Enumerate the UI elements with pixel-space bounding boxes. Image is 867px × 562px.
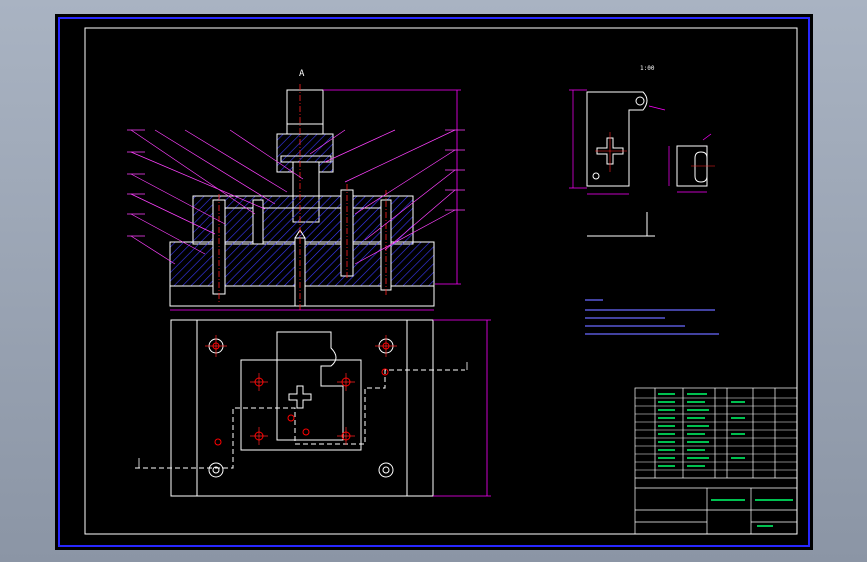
section-label: A	[299, 69, 305, 79]
die-assembly-drawing[interactable]: A 1:00	[55, 14, 813, 550]
technical-notes	[585, 299, 719, 335]
blank-profile	[276, 331, 344, 441]
die-shank	[286, 89, 324, 135]
front-section-view: A	[127, 69, 465, 311]
cad-viewport[interactable]: A 1:00	[55, 14, 813, 550]
part-view-label: 1:00	[640, 65, 655, 72]
part-drawing: 1:00	[586, 65, 708, 237]
die-block	[192, 195, 414, 245]
plan-view	[135, 319, 491, 497]
